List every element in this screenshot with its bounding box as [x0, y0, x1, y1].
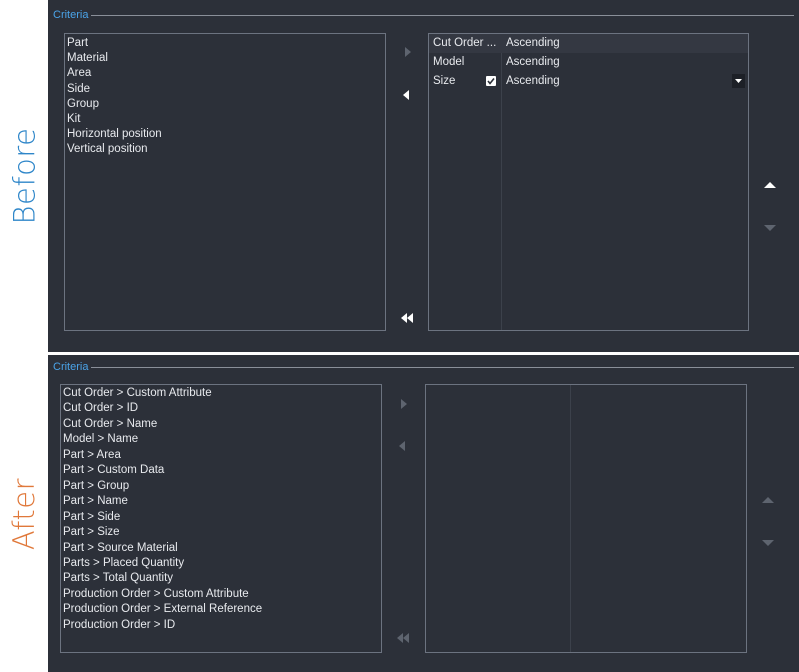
arrow-right-icon — [405, 47, 411, 57]
list-item[interactable]: Production Order > External Reference — [61, 602, 381, 617]
criteria-legend: Criteria — [53, 9, 794, 22]
double-arrow-left-icon — [401, 313, 413, 323]
list-item[interactable]: Model > Name — [61, 432, 381, 447]
sort-field-name: Cut Order ... — [433, 37, 497, 49]
list-item[interactable]: Kit — [65, 112, 385, 127]
before-label-container: Before — [0, 0, 48, 352]
sort-row[interactable]: Model Ascending — [429, 53, 748, 72]
arrow-right-icon — [401, 399, 407, 409]
list-item[interactable]: Production Order > Custom Attribute — [61, 587, 381, 602]
list-item[interactable]: Horizontal position — [65, 127, 385, 142]
move-up-button[interactable] — [761, 493, 775, 507]
remove-all-criteria-button[interactable] — [399, 311, 413, 325]
triangle-up-icon — [764, 182, 776, 188]
arrow-left-icon — [399, 441, 405, 451]
available-criteria-list[interactable]: Part Material Area Side Group Kit Horizontal p… — [64, 33, 386, 331]
list-item[interactable]: Part > Side — [61, 510, 381, 525]
remove-criteria-button[interactable] — [395, 439, 409, 453]
sort-row[interactable]: Cut Order ... Ascending — [429, 34, 748, 53]
sort-order-value: Ascending — [506, 37, 560, 49]
list-item[interactable]: Part — [65, 36, 385, 51]
triangle-up-icon — [762, 497, 774, 503]
list-item[interactable]: Part > Name — [61, 494, 381, 509]
available-criteria-list[interactable]: Cut Order > Custom Attribute Cut Order > … — [60, 384, 382, 653]
list-item[interactable]: Part > Area — [61, 448, 381, 463]
before-label: Before — [7, 127, 42, 225]
criteria-legend-text: Criteria — [53, 9, 89, 21]
move-up-button[interactable] — [763, 178, 777, 192]
move-down-button[interactable] — [761, 536, 775, 550]
list-item[interactable]: Vertical position — [65, 142, 385, 157]
list-item[interactable]: Production Order > ID — [61, 618, 381, 633]
add-criteria-button[interactable] — [401, 45, 415, 59]
list-item[interactable]: Cut Order > Custom Attribute — [61, 386, 381, 401]
after-label: After — [7, 477, 42, 550]
after-criteria-panel: Criteria Cut Order > Custom Attribute Cut… — [48, 355, 799, 672]
list-item[interactable]: Cut Order > Name — [61, 417, 381, 432]
before-criteria-panel: Criteria Part Material Area Side Group Kit Hor… — [48, 0, 799, 352]
double-arrow-left-icon — [397, 633, 409, 643]
remove-all-criteria-button[interactable] — [395, 631, 409, 645]
sort-field-name: Model — [433, 56, 465, 68]
list-item[interactable]: Part > Custom Data — [61, 463, 381, 478]
chevron-down-icon — [735, 79, 742, 83]
grid-column-divider — [570, 385, 571, 652]
size-checkbox[interactable] — [486, 76, 496, 86]
arrow-left-icon — [403, 90, 409, 100]
list-item[interactable]: Part > Group — [61, 479, 381, 494]
list-item[interactable]: Part > Source Material — [61, 541, 381, 556]
list-item[interactable]: Cut Order > ID — [61, 401, 381, 416]
triangle-down-icon — [762, 540, 774, 546]
list-item[interactable]: Side — [65, 82, 385, 97]
list-item[interactable]: Group — [65, 97, 385, 112]
add-criteria-button[interactable] — [397, 397, 411, 411]
sort-order-value: Ascending — [506, 56, 560, 68]
criteria-legend: Criteria — [53, 361, 794, 374]
move-down-button[interactable] — [763, 221, 777, 235]
criteria-legend-line — [91, 367, 794, 368]
sort-criteria-grid[interactable] — [425, 384, 747, 653]
sort-order-dropdown[interactable] — [732, 74, 745, 88]
list-item[interactable]: Parts > Placed Quantity — [61, 556, 381, 571]
sort-row[interactable]: Size Ascending — [429, 72, 748, 91]
sort-criteria-grid[interactable]: Cut Order ... Ascending Model Ascending … — [428, 33, 749, 331]
check-icon — [487, 78, 495, 85]
list-item[interactable]: Parts > Total Quantity — [61, 571, 381, 586]
remove-criteria-button[interactable] — [399, 88, 413, 102]
criteria-legend-text: Criteria — [53, 361, 89, 373]
triangle-down-icon — [764, 225, 776, 231]
list-item[interactable]: Material — [65, 51, 385, 66]
list-item[interactable]: Area — [65, 66, 385, 81]
criteria-legend-line — [91, 15, 794, 16]
list-item[interactable]: Part > Size — [61, 525, 381, 540]
after-label-container: After — [0, 355, 48, 672]
sort-order-value: Ascending — [506, 75, 560, 87]
